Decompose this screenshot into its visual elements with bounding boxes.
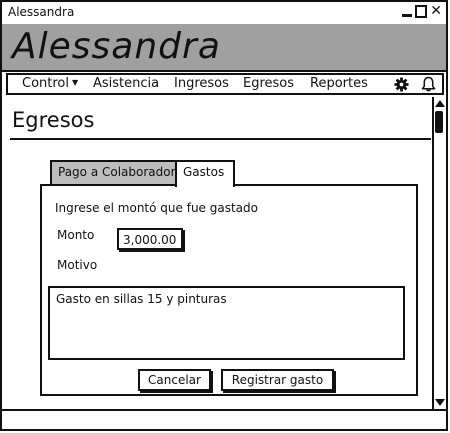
scroll-thumb[interactable]	[435, 111, 443, 133]
menu-item-egresos[interactable]: Egresos	[243, 76, 294, 91]
monto-label: Monto	[57, 228, 95, 242]
brand-title: Alessandra	[12, 26, 221, 67]
caret-down-icon: ▼	[72, 78, 79, 87]
title-bar: Alessandra ✕	[2, 2, 446, 26]
menu-item-ingresos[interactable]: Ingresos	[174, 76, 229, 91]
gear-icon[interactable]	[394, 76, 409, 92]
cancel-button[interactable]: Cancelar	[138, 369, 211, 391]
vertical-scrollbar[interactable]	[432, 97, 446, 409]
app-banner: Alessandra	[2, 24, 446, 72]
page-title: Egresos	[12, 108, 95, 132]
window-title: Alessandra	[8, 5, 75, 19]
scroll-down-icon[interactable]	[435, 399, 445, 406]
maximize-icon[interactable]	[415, 4, 428, 18]
tab-label: Gastos	[183, 165, 225, 179]
motivo-label: Motivo	[57, 258, 98, 272]
menu-item-label: Control	[22, 76, 69, 91]
tab-gastos[interactable]: Gastos	[175, 160, 235, 187]
bell-icon[interactable]	[421, 76, 436, 92]
register-expense-button[interactable]: Registrar gasto	[221, 369, 334, 391]
menu-item-reportes[interactable]: Reportes	[310, 76, 368, 91]
motivo-textarea[interactable]: Gasto en sillas 15 y pinturas	[48, 286, 405, 360]
minimize-icon[interactable]	[402, 13, 413, 17]
status-divider	[2, 409, 446, 411]
app-window: Alessandra ✕ Alessandra Control ▼ Asisten…	[0, 0, 448, 431]
tab-pago-colaborador[interactable]: Pago a Colaborador	[50, 160, 177, 185]
menu-icons	[394, 76, 436, 92]
menu-item-control[interactable]: Control ▼	[22, 76, 78, 91]
monto-input[interactable]: 3,000.00	[117, 228, 183, 250]
form-instruction: Ingrese el montó que fue gastado	[55, 201, 258, 215]
scroll-up-icon[interactable]	[435, 100, 445, 107]
window-controls: ✕	[402, 4, 442, 18]
close-icon[interactable]: ✕	[430, 4, 442, 18]
menu-item-asistencia[interactable]: Asistencia	[93, 76, 159, 91]
tab-label: Pago a Colaborador	[58, 165, 176, 179]
title-divider	[10, 138, 431, 140]
menu-bar: Control ▼ Asistencia Ingresos Egresos Rep…	[6, 73, 444, 95]
